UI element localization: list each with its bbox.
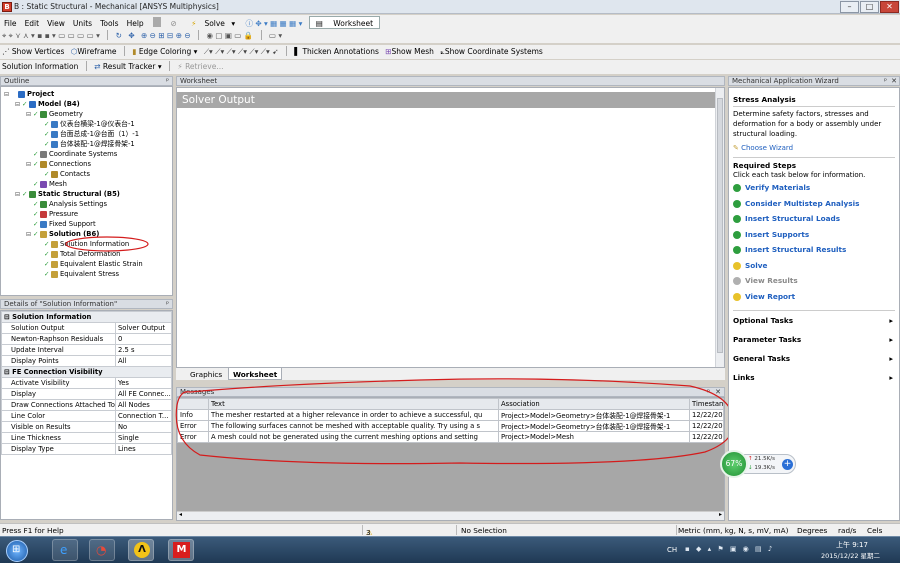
chat-icon: ◔ — [96, 543, 107, 557]
step-done-icon — [733, 215, 741, 223]
annotation-circle-solution-info — [65, 236, 149, 252]
divider — [733, 106, 895, 107]
required-steps-hint: Click each task below for information. — [733, 171, 866, 179]
status-selection: No Selection — [461, 526, 507, 535]
wizard-step-label: Insert Structural Results — [745, 245, 847, 254]
wizard-step-label: Insert Structural Loads — [745, 214, 841, 223]
step-done-icon — [733, 246, 741, 254]
input-language[interactable]: CH — [667, 546, 677, 554]
network-widget[interactable]: ↑ 21.5K/s ↓ 19.3K/s + 67% — [720, 450, 798, 478]
boost-icon[interactable]: + — [782, 459, 793, 470]
close-icon[interactable]: ✕ — [891, 77, 897, 85]
wizard-task-group[interactable]: Parameter Tasks ▸ — [729, 330, 899, 349]
step-done-icon — [733, 184, 741, 192]
divider — [456, 525, 457, 535]
wizard-step[interactable]: View Report — [729, 289, 899, 305]
step-done-icon — [733, 230, 741, 239]
status-angular-velocity-units[interactable]: rad/s — [838, 526, 856, 535]
wizard-step[interactable]: Solve — [729, 258, 899, 274]
wizard-step[interactable]: Consider Multistep Analysis — [729, 196, 899, 212]
taskbar: ⊞ e ◔ Λ M CH ▪ ◆ ▴ ⚑ ▣ ◉ ▤ ♪ 上午 9:17 201… — [0, 536, 900, 563]
wizard-description: Determine safety factors, stresses and d… — [733, 110, 882, 138]
wizard-tasks: Optional Tasks ▸ Parameter Tasks ▸ General T… — [729, 311, 899, 387]
chevron-right-icon: ▸ — [889, 335, 893, 344]
status-temperature-units[interactable]: Cels — [867, 526, 882, 535]
clock-time[interactable]: 上午 9:17 — [836, 540, 868, 550]
wizard-step-label: View Report — [745, 291, 796, 301]
step-pending-icon — [733, 277, 741, 285]
wizard-task-label: Parameter Tasks — [733, 335, 802, 344]
wizard-steps: Verify Materials Consider Multistep Analy… — [729, 180, 899, 304]
annotation-circle-messages — [175, 378, 735, 465]
wizard-task-group[interactable]: General Tasks ▸ — [729, 349, 899, 368]
chevron-right-icon: ▸ — [889, 316, 893, 325]
wizard-header: Mechanical Application Wizard ᵖ ✕ — [728, 76, 900, 86]
pin-icon[interactable]: ᵖ — [884, 77, 887, 85]
status-bar: Press F1 for Help ⚠ 3 Messages No Select… — [0, 523, 900, 546]
wizard-title: Stress Analysis — [733, 95, 796, 104]
download-speed: ↓ 19.3K/s — [748, 465, 775, 471]
divider — [362, 525, 363, 535]
wizard-task-group[interactable]: Optional Tasks ▸ — [729, 311, 899, 330]
taskbar-app-ansys[interactable]: Λ — [128, 539, 154, 561]
wizard-step-label: Insert Supports — [745, 229, 810, 239]
wizard-step[interactable]: View Results — [729, 273, 899, 289]
memory-usage-badge: 67% — [720, 450, 748, 478]
taskbar-app-chat[interactable]: ◔ — [89, 539, 115, 561]
start-button[interactable]: ⊞ — [6, 540, 28, 562]
upload-speed-value: 21.5K/s — [754, 456, 775, 462]
status-angle-units[interactable]: Degrees — [797, 526, 827, 535]
status-help: Press F1 for Help — [2, 526, 64, 535]
wizard-task-label: Optional Tasks — [733, 316, 794, 325]
wizard-step[interactable]: Insert Supports — [729, 227, 899, 243]
wizard-task-label: Links — [733, 373, 755, 382]
mechanical-icon: M — [173, 542, 190, 558]
step-active-icon — [733, 261, 741, 270]
wizard-step[interactable]: Insert Structural Results — [729, 242, 899, 258]
wizard-task-label: General Tasks — [733, 354, 791, 363]
download-speed-value: 19.3K/s — [754, 465, 775, 471]
browser-icon: e — [60, 543, 68, 557]
chevron-right-icon: ▸ — [889, 373, 893, 382]
divider — [676, 525, 677, 535]
divider — [733, 157, 895, 158]
required-steps-title: Required Steps — [733, 161, 797, 170]
chevron-right-icon: ▸ — [889, 354, 893, 363]
taskbar-app-mechanical[interactable]: M — [168, 539, 194, 561]
clock-date[interactable]: 2015/12/22 星期二 — [821, 550, 880, 560]
wizard-step[interactable]: Verify Materials — [729, 180, 899, 196]
wizard-task-group[interactable]: Links ▸ — [729, 368, 899, 387]
tray-icons[interactable]: ▪ ◆ ▴ ⚑ ▣ ◉ ▤ ♪ — [685, 545, 774, 553]
wizard-step[interactable]: Insert Structural Loads — [729, 211, 899, 227]
choose-wizard-link[interactable]: ✎ Choose Wizard — [729, 143, 899, 153]
choose-wizard-label: Choose Wizard — [741, 144, 794, 152]
step-done-icon — [733, 199, 741, 208]
wizard-panel-title: Mechanical Application Wizard — [732, 77, 839, 85]
wizard-step-label: View Results — [745, 276, 798, 285]
wizard-step-label: Solve — [745, 260, 768, 270]
step-active-icon — [733, 292, 741, 301]
ansys-icon: Λ — [134, 542, 150, 558]
wizard-icon: ✎ — [733, 144, 739, 152]
status-units[interactable]: Metric (mm, kg, N, s, mV, mA) — [678, 526, 788, 535]
upload-speed: ↑ 21.5K/s — [748, 456, 775, 462]
windows-logo-icon: ⊞ — [12, 544, 21, 555]
wizard-step-label: Verify Materials — [745, 183, 811, 192]
taskbar-app-ie[interactable]: e — [52, 539, 78, 561]
wizard-step-label: Consider Multistep Analysis — [745, 198, 860, 208]
